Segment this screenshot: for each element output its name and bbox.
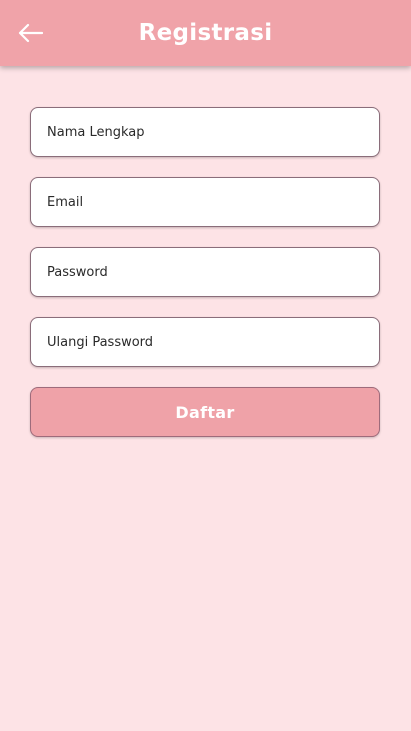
full-name-input[interactable] xyxy=(31,108,379,156)
app-bar: Registrasi xyxy=(0,0,411,66)
password-input[interactable] xyxy=(31,248,379,296)
password-field[interactable] xyxy=(30,247,380,297)
confirm-password-input[interactable] xyxy=(31,318,379,366)
email-field[interactable] xyxy=(30,177,380,227)
email-input[interactable] xyxy=(31,178,379,226)
full-name-field[interactable] xyxy=(30,107,380,157)
registration-form: Daftar xyxy=(30,107,380,437)
page-title: Registrasi xyxy=(138,20,273,46)
register-button-label: Daftar xyxy=(175,402,235,422)
confirm-password-field[interactable] xyxy=(30,317,380,367)
register-button[interactable]: Daftar xyxy=(30,387,380,437)
